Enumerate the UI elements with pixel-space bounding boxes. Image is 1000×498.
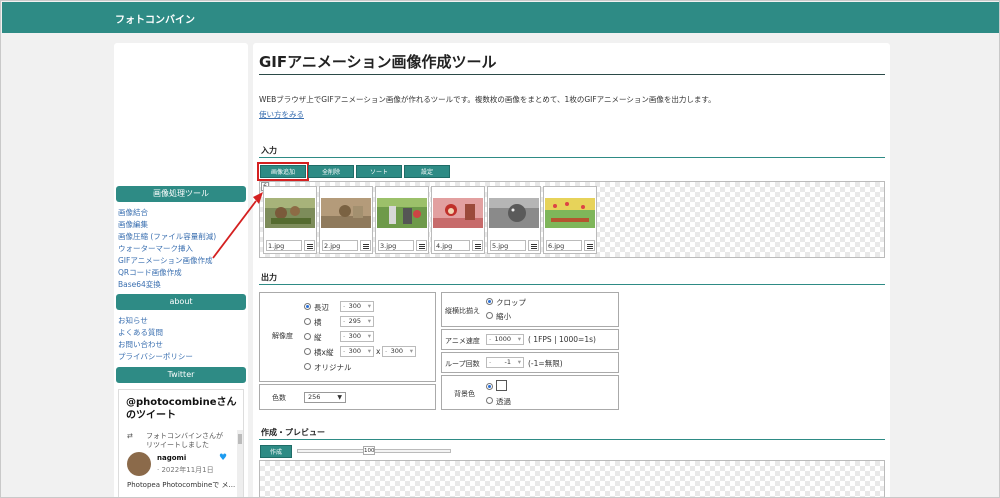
browser-frame: フォトコンバイン 画像処理ツール 画像結合 画像編集 画像圧縮 (ファイル容量削… (0, 0, 1000, 498)
annotation-arrow-icon (212, 192, 263, 259)
